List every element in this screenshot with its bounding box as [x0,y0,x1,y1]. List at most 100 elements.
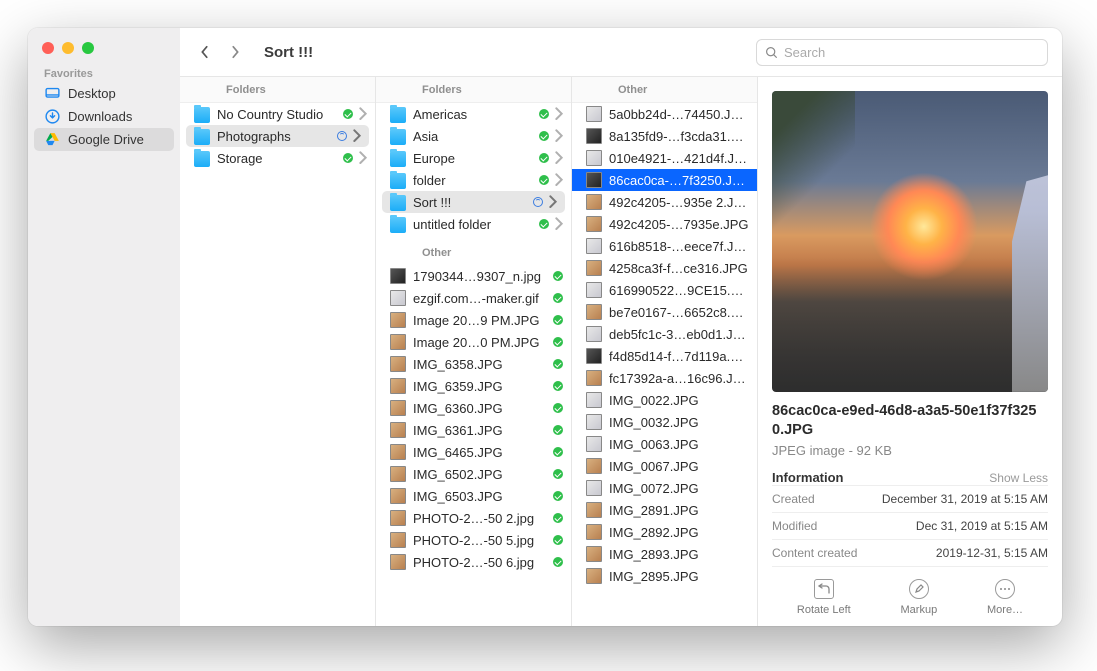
file-row[interactable]: 1790344…9307_n.jpg [376,265,571,287]
row-label: Sort !!! [413,195,529,210]
folder-row[interactable]: folder [376,169,571,191]
row-label: No Country Studio [217,107,339,122]
zoom-window-button[interactable] [82,42,94,54]
file-row[interactable]: PHOTO-2…-50 6.jpg [376,551,571,573]
info-row: Created December 31, 2019 at 5:15 AM [772,485,1048,512]
folder-row[interactable]: Photographs [186,125,369,147]
file-row[interactable]: IMG_0032.JPG [572,411,757,433]
folder-row[interactable]: No Country Studio [180,103,375,125]
sidebar-item-google-drive[interactable]: Google Drive [34,128,174,151]
more-button[interactable]: More… [987,579,1023,616]
file-row[interactable]: IMG_2891.JPG [572,499,757,521]
file-row[interactable]: IMG_6502.JPG [376,463,571,485]
file-row[interactable]: 4258ca3f-f…ce316.JPG [572,257,757,279]
row-label: IMG_6503.JPG [413,489,549,504]
file-row[interactable]: 86cac0ca-…7f3250.JPG [572,169,757,191]
search-input[interactable] [784,45,1039,60]
sync-status-icon [553,293,563,303]
finder-window: Favorites Desktop Downloads Google Drive… [28,28,1062,626]
file-row[interactable]: PHOTO-2…-50 2.jpg [376,507,571,529]
row-label: IMG_6359.JPG [413,379,549,394]
back-button[interactable] [194,41,216,63]
file-row[interactable]: IMG_2893.JPG [572,543,757,565]
image-file-icon [586,414,602,430]
markup-button[interactable]: Markup [901,579,938,616]
downloads-icon [44,108,61,125]
info-key: Created [772,492,815,506]
folder-row[interactable]: Europe [376,147,571,169]
image-file-icon [390,554,406,570]
close-window-button[interactable] [42,42,54,54]
file-row[interactable]: 616b8518-…eece7f.JPG [572,235,757,257]
file-row[interactable]: f4d85d14-f…7d119a.JPG [572,345,757,367]
image-file-icon [586,480,602,496]
search-field[interactable] [756,39,1048,66]
file-row[interactable]: Image 20…9 PM.JPG [376,309,571,331]
image-file-icon [390,290,406,306]
column-3[interactable]: Other 5a0bb24d-…74450.JPG 8a135fd9-…f3cd… [572,77,758,626]
rotate-left-button[interactable]: Rotate Left [797,579,851,616]
folder-row[interactable]: Asia [376,125,571,147]
sidebar-item-desktop[interactable]: Desktop [34,82,174,105]
folder-row[interactable]: untitled folder [376,213,571,235]
file-row[interactable]: IMG_0072.JPG [572,477,757,499]
file-row[interactable]: IMG_6465.JPG [376,441,571,463]
file-row[interactable]: IMG_6503.JPG [376,485,571,507]
forward-button[interactable] [224,41,246,63]
file-row[interactable]: 010e4921-…421d4f.JPG [572,147,757,169]
folder-icon [390,217,406,233]
sync-status-icon [553,315,563,325]
file-row[interactable]: 616990522…9CE15.JPG [572,279,757,301]
folder-row[interactable]: Americas [376,103,571,125]
image-file-icon [586,392,602,408]
show-less-button[interactable]: Show Less [989,471,1048,485]
sync-status-icon [553,535,563,545]
file-row[interactable]: IMG_0067.JPG [572,455,757,477]
folder-icon [194,107,210,123]
row-label: 1790344…9307_n.jpg [413,269,549,284]
sync-status-icon [539,109,549,119]
row-label: IMG_2891.JPG [609,503,749,518]
column-1[interactable]: Folders No Country Studio Photographs St… [180,77,376,626]
rotate-left-icon [814,579,834,599]
sync-status-icon [539,175,549,185]
toolbar: Sort !!! [180,28,1062,76]
file-row[interactable]: IMG_0063.JPG [572,433,757,455]
row-label: IMG_0063.JPG [609,437,749,452]
image-file-icon [586,458,602,474]
sidebar-item-label: Google Drive [68,132,144,147]
sidebar-item-downloads[interactable]: Downloads [34,105,174,128]
file-row[interactable]: ezgif.com…-maker.gif [376,287,571,309]
column-2[interactable]: Folders Americas Asia Europe folder Sort… [376,77,572,626]
file-row[interactable]: Image 20…0 PM.JPG [376,331,571,353]
sync-status-icon [553,469,563,479]
file-row[interactable]: 5a0bb24d-…74450.JPG [572,103,757,125]
file-row[interactable]: 492c4205-…7935e.JPG [572,213,757,235]
file-row[interactable]: IMG_6360.JPG [376,397,571,419]
file-row[interactable]: IMG_2895.JPG [572,565,757,587]
row-label: 8a135fd9-…f3cda31.JPG [609,129,749,144]
image-file-icon [586,216,602,232]
sync-status-icon [553,447,563,457]
file-row[interactable]: IMG_6359.JPG [376,375,571,397]
image-file-icon [586,348,602,364]
folder-row[interactable]: Storage [180,147,375,169]
file-row[interactable]: IMG_6358.JPG [376,353,571,375]
image-file-icon [586,128,602,144]
file-row[interactable]: IMG_6361.JPG [376,419,571,441]
file-row[interactable]: IMG_0022.JPG [572,389,757,411]
row-label: IMG_6358.JPG [413,357,549,372]
folder-row[interactable]: Sort !!! [382,191,565,213]
file-row[interactable]: 492c4205-…935e 2.JPG [572,191,757,213]
file-row[interactable]: fc17392a-a…16c96.JPG [572,367,757,389]
file-row[interactable]: deb5fc1c-3…eb0d1.JPG [572,323,757,345]
row-label: 010e4921-…421d4f.JPG [609,151,749,166]
image-file-icon [390,422,406,438]
file-row[interactable]: PHOTO-2…-50 5.jpg [376,529,571,551]
file-row[interactable]: 8a135fd9-…f3cda31.JPG [572,125,757,147]
file-row[interactable]: be7e0167-…6652c8.JPG [572,301,757,323]
file-row[interactable]: IMG_2892.JPG [572,521,757,543]
image-file-icon [390,488,406,504]
image-file-icon [586,194,602,210]
minimize-window-button[interactable] [62,42,74,54]
